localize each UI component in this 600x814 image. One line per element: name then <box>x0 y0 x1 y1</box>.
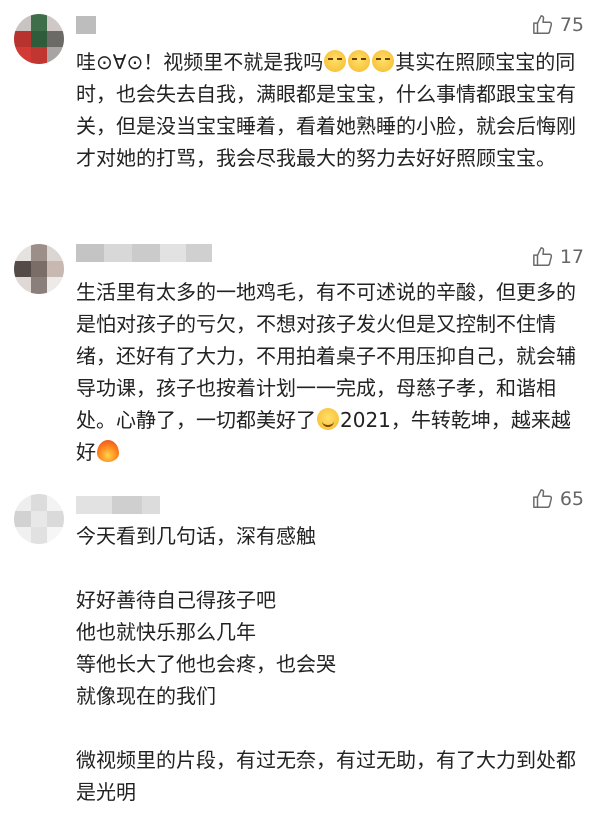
comment-text: 生活里有太多的一地鸡毛，有不可述说的辛酸，但更多的是怕对孩子的亏欠，不想对孩子发… <box>76 276 590 468</box>
username-masked[interactable] <box>76 244 212 262</box>
thumbs-up-icon <box>532 489 552 508</box>
thumbs-up-icon <box>532 247 552 266</box>
thumbs-up-icon <box>532 15 552 34</box>
smirk-emoji <box>324 50 347 72</box>
smirk-emoji <box>348 50 371 72</box>
fire-emoji <box>97 440 119 462</box>
like-count: 17 <box>559 246 584 268</box>
comment-text-part: 哇⊙∀⊙！视频里不就是我吗 <box>76 50 324 74</box>
avatar[interactable] <box>14 244 64 294</box>
avatar[interactable] <box>14 14 64 64</box>
like-count: 65 <box>559 488 584 510</box>
smirk-emoji <box>372 50 395 72</box>
comment-text: 哇⊙∀⊙！视频里不就是我吗 其实在照顾宝宝的同时，也会失去自我，满眼都是宝宝，什么… <box>76 46 590 174</box>
avatar[interactable] <box>14 494 64 544</box>
comment-3: 65 今天看到几句话，深有感触 好好善待自己得孩子吧 他也就快乐那么几年 等他长… <box>0 480 600 814</box>
smile-emoji <box>317 408 339 430</box>
comment-2: 17 生活里有太多的一地鸡毛，有不可述说的辛酸，但更多的是怕对孩子的亏欠，不想对… <box>0 230 600 480</box>
username-masked[interactable] <box>76 16 96 34</box>
like-count: 75 <box>559 14 584 36</box>
comment-text: 今天看到几句话，深有感触 好好善待自己得孩子吧 他也就快乐那么几年 等他长大了他… <box>76 524 576 804</box>
username-masked[interactable] <box>76 496 160 514</box>
like-button[interactable]: 17 <box>532 246 584 268</box>
comment-1: 75 哇⊙∀⊙！视频里不就是我吗 其实在照顾宝宝的同时，也会失去自我，满眼都是宝宝… <box>0 0 600 230</box>
like-button[interactable]: 75 <box>532 14 584 36</box>
like-button[interactable]: 65 <box>532 488 584 510</box>
